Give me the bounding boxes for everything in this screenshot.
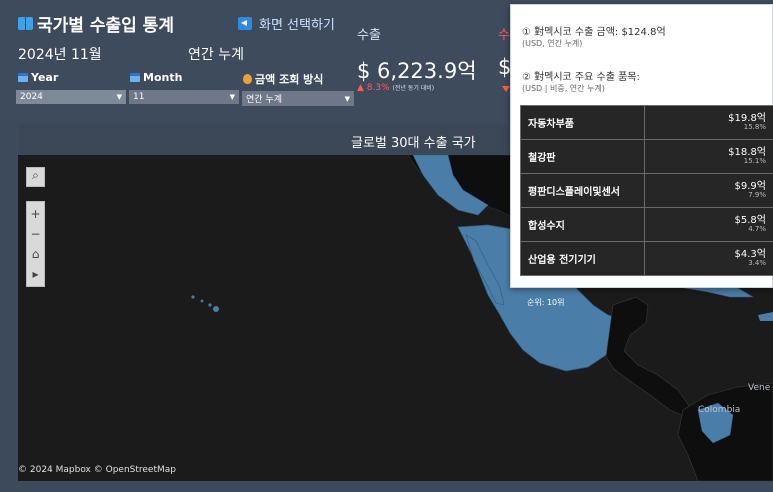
month-value: 11 [133,92,145,102]
home-icon: ⌂ [31,247,40,261]
down-arrow-icon [502,86,510,92]
item-value: $19.8억 15.8% [644,105,773,140]
chevron-down-icon: ▼ [344,94,350,103]
chevron-down-icon: ▼ [116,93,122,101]
item-name: 철강판 [520,139,645,174]
method-filter-label: 금액 조회 방식 [243,71,323,87]
item-value: $9.9억 7.9% [644,173,773,208]
export-change-note: (전년 동기 대비) [392,85,435,92]
export-kpi-change: ▲ 8.3% (전년 동기 대비) [357,83,434,93]
tooltip-items-note: (USD | 비중, 연간 누계) [522,84,605,93]
export-kpi-value: $ 6,223.9억 [357,59,477,83]
back-arrow-icon [238,17,252,30]
central-america [605,296,691,418]
export-change-value: ▲ 8.3% [357,83,390,93]
item-value: $5.8억 4.7% [644,207,773,242]
item-share: 4.7% [748,225,766,234]
zoom-in-button[interactable]: + [27,204,44,224]
table-row: 산업용 전기기기 $4.3억 3.4% [520,241,773,276]
map-title: 글로벌 30대 수출 국가 [351,136,476,151]
hawaii-dot [213,306,219,312]
hawaii-dot [208,303,212,307]
search-icon: ⌕ [32,168,39,182]
method-value: 연간 누계 [246,95,282,105]
play-button[interactable]: ▸ [27,264,44,284]
item-value: $4.3억 3.4% [644,241,773,276]
month-filter-label: Month [130,71,182,84]
calendar-icon [18,73,28,82]
import-kpi-label: 수 [498,28,510,43]
zoom-out-button[interactable]: − [27,224,44,244]
item-share: 15.1% [743,157,766,166]
item-value: $18.8억 15.1% [644,139,773,174]
item-share: 3.4% [748,259,766,268]
table-row: 자동차부품 $19.8억 15.8% [520,105,773,140]
map-zoom-controls: + − ⌂ ▸ [26,201,45,287]
hawaii-dot [191,295,195,299]
table-row: 철강판 $18.8억 15.1% [520,139,773,174]
tooltip-export-amount: ① 對멕시코 수출 금액: $124.8억 [522,27,666,38]
table-row: 합성수지 $5.8억 4.7% [520,207,773,242]
year-value: 2024 [20,92,43,102]
item-name: 평판디스플레이및센서 [520,173,645,208]
month-dropdown[interactable]: 11 ▼ [129,90,239,104]
caribbean-islands [758,312,773,321]
item-share: 7.9% [748,191,766,200]
calendar-icon [130,73,140,82]
method-label-text: 금액 조회 방식 [255,73,324,86]
chevron-down-icon: ▼ [229,93,235,101]
rank-label: 순위: 10위 [527,298,565,307]
month-label-text: Month [143,71,183,84]
table-row: 평판디스플레이및센서 $9.9억 7.9% [520,173,773,208]
hawaii-dot [200,299,204,303]
map-search-button[interactable]: ⌕ [26,167,45,187]
item-share: 15.8% [743,123,766,132]
year-label-text: Year [31,71,59,84]
play-icon: ▸ [32,267,39,281]
page-title-text: 국가별 수출입 통계 [37,16,174,36]
page-title: 국가별 수출입 통계 [18,11,174,36]
year-filter-label: Year [18,71,58,84]
screen-select-label: 화면 선택하기 [259,18,335,33]
home-button[interactable]: ⌂ [27,244,44,264]
country-label-colombia: Colombia [698,405,741,415]
tooltip-items-heading: ② 對멕시코 주요 수출 품목: [522,72,640,83]
money-bag-icon [243,74,252,84]
cumulative-label: 연간 누계 [188,47,244,63]
tooltip-items-table: 자동차부품 $19.8억 15.8% 철강판 $18.8억 15.1% 평판디스플레… [520,105,773,276]
tooltip-export-note: (USD, 연간 누계) [522,39,583,48]
period-label: 2024년 11월 [18,47,102,63]
map-credit: © 2024 Mapbox © OpenStreetMap [18,465,176,475]
method-dropdown[interactable]: 연간 누계 ▼ [242,91,354,106]
mexico-tooltip: ① 對멕시코 수출 금액: $124.8억 (USD, 연간 누계) ② 對멕시… [510,4,773,288]
export-kpi-label: 수출 [357,28,381,43]
item-name: 산업용 전기기기 [520,241,645,276]
year-dropdown[interactable]: 2024 ▼ [16,90,126,104]
book-icon [18,17,33,30]
screen-select-button[interactable]: 화면 선택하기 [238,14,335,33]
item-name: 합성수지 [520,207,645,242]
item-name: 자동차부품 [520,105,645,140]
country-label-venezuela: Vene [748,383,771,393]
